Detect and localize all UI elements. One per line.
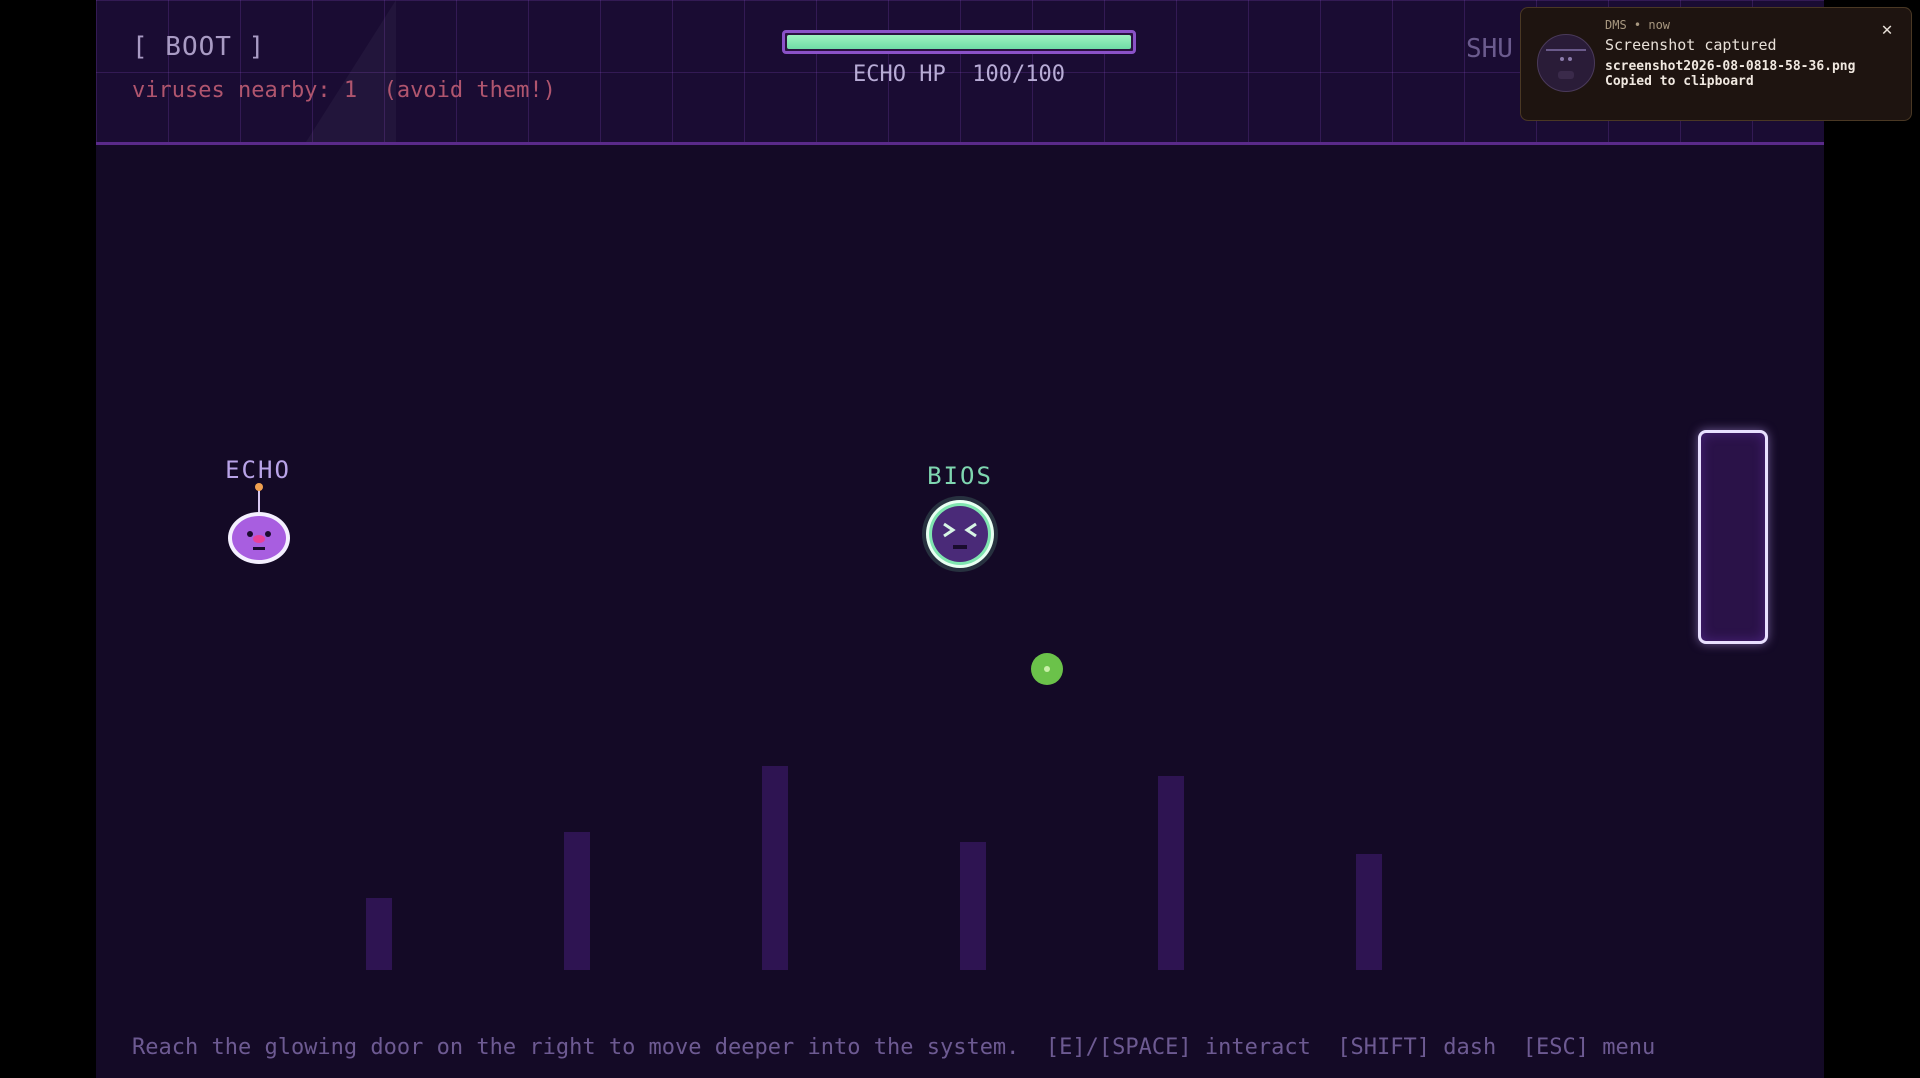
bios-virus-icon[interactable] xyxy=(920,494,1000,574)
notification-filename: screenshot2026-08-0818-58-36.png xyxy=(1605,59,1856,74)
floor-pillar xyxy=(366,898,392,970)
floor-pillar xyxy=(1356,854,1382,970)
bios-name-label: BIOS xyxy=(927,462,993,490)
data-orb-icon[interactable] xyxy=(1030,652,1064,686)
next-level-label: SHU xyxy=(1466,34,1513,64)
floor-pillar xyxy=(1158,776,1184,970)
notification-thumbnail-icon xyxy=(1537,34,1595,92)
close-icon[interactable]: ✕ xyxy=(1875,18,1899,42)
notification-meta: DMS • now xyxy=(1605,18,1671,32)
hud-shade xyxy=(306,0,396,142)
hp-bar xyxy=(782,30,1136,54)
floor-pillar xyxy=(960,842,986,970)
echo-character-icon[interactable] xyxy=(224,480,294,570)
hp-bar-fill xyxy=(787,35,1131,49)
game-viewport[interactable]: [ BOOT ] viruses nearby: 1 (avoid them!)… xyxy=(96,0,1824,1078)
floor-pillar xyxy=(564,832,590,970)
controls-help: Reach the glowing door on the right to m… xyxy=(132,1035,1656,1060)
floor-pillar xyxy=(762,766,788,970)
notification-title: Screenshot captured xyxy=(1605,36,1777,54)
exit-door[interactable] xyxy=(1698,430,1768,644)
hp-label: ECHO HP 100/100 xyxy=(853,62,1065,87)
virus-warning: viruses nearby: 1 (avoid them!) xyxy=(132,78,556,103)
screenshot-notification[interactable]: DMS • now Screenshot captured screenshot… xyxy=(1520,7,1912,121)
level-label: [ BOOT ] xyxy=(132,32,266,62)
notification-clipboard-status: Copied to clipboard xyxy=(1605,74,1754,89)
